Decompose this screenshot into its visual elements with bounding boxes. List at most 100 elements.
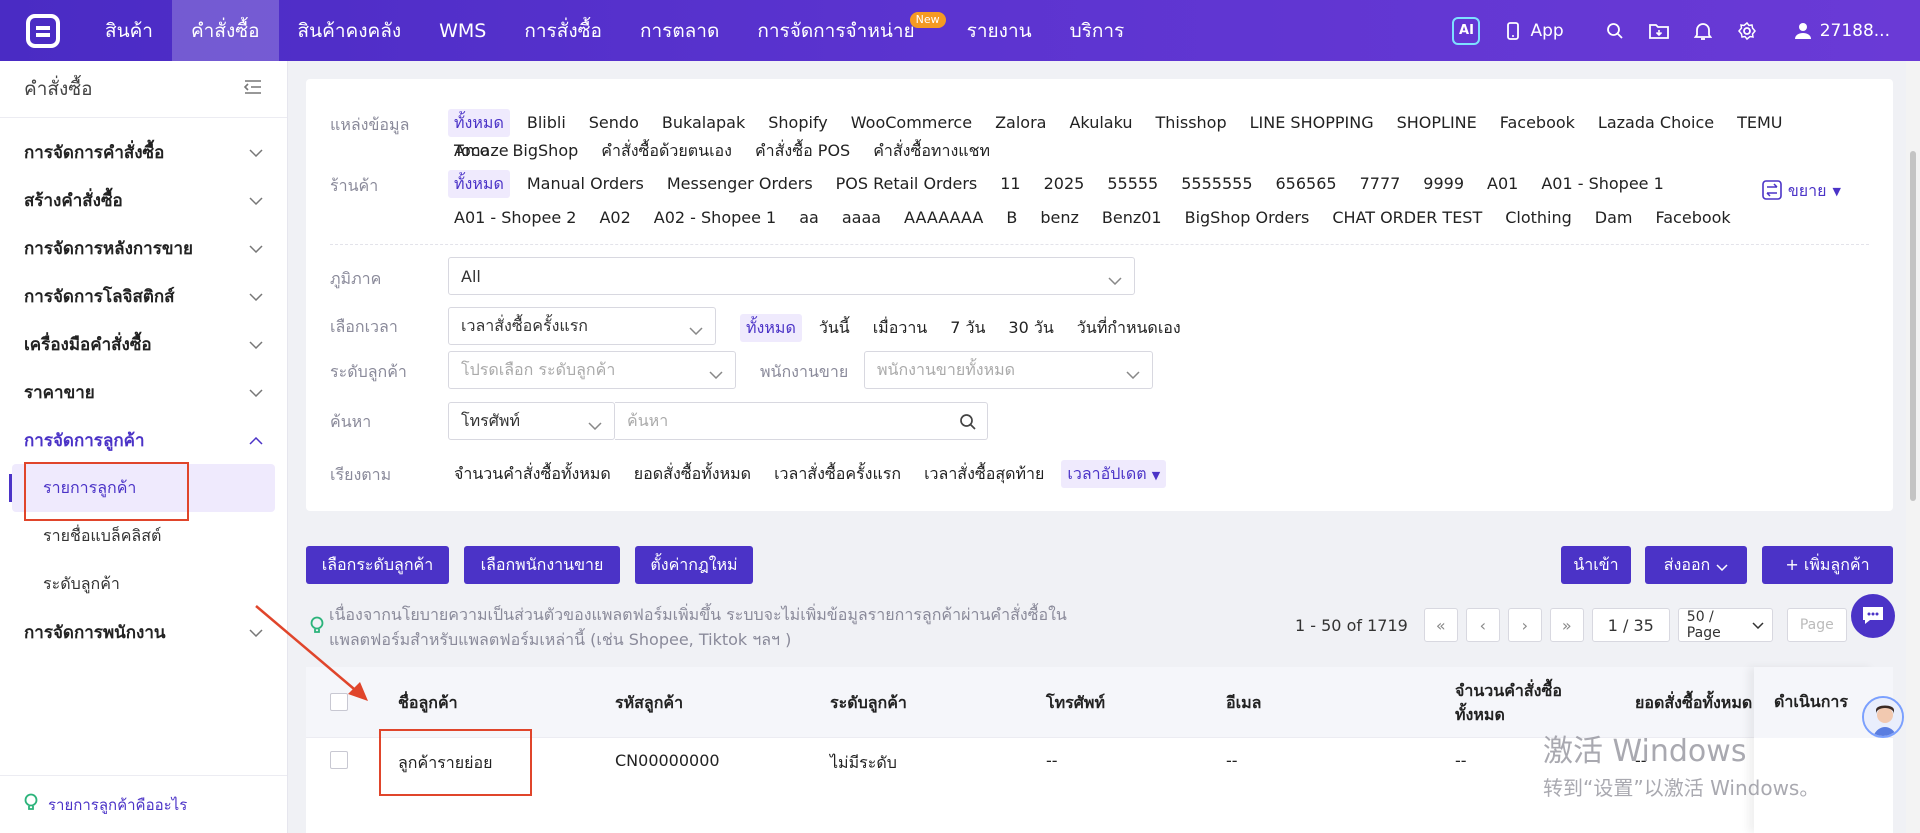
source-chip[interactable]: TEMU [1731, 109, 1788, 137]
time-chip[interactable]: 7 วัน [944, 314, 991, 342]
shop-chip[interactable]: A01 [1481, 170, 1524, 198]
nav-distribution[interactable]: การจัดการจำหน่าย New [738, 0, 946, 61]
source-chip[interactable]: LINE SHOPPING [1244, 109, 1380, 137]
source-chip[interactable]: ทั้งหมด [448, 109, 510, 137]
source-chip[interactable]: Zalora [989, 109, 1052, 137]
search-input[interactable]: ค้นหา [615, 402, 988, 440]
sort-chip[interactable]: ยอดสั่งซื้อทั้งหมด [628, 460, 757, 488]
select-salesperson-button[interactable]: เลือกพนักงานขาย [464, 546, 620, 584]
shop-chip[interactable]: BigShop Orders [1179, 204, 1316, 232]
source-chip[interactable]: Toco [448, 137, 495, 165]
logo-icon[interactable] [0, 0, 86, 61]
source-chip[interactable]: คำสั่งซื้อทางแชท [867, 137, 996, 165]
shop-chip[interactable]: Clothing [1499, 204, 1578, 232]
source-chip[interactable]: Blibli [521, 109, 572, 137]
first-page-icon[interactable]: « [1423, 608, 1458, 642]
time-chip[interactable]: 30 วัน [1002, 314, 1059, 342]
sort-chip-active[interactable]: เวลาอัปเดต ▼ [1061, 460, 1167, 488]
source-chip[interactable]: Bukalapak [656, 109, 751, 137]
search-icon[interactable] [959, 413, 977, 435]
time-type-select[interactable]: เวลาสั่งซื้อครั้งแรก [448, 307, 716, 345]
shop-chip[interactable]: ทั้งหมด [448, 170, 510, 198]
time-chip[interactable]: ทั้งหมด [740, 314, 802, 342]
shop-chip[interactable]: Dam [1589, 204, 1639, 232]
shop-chip[interactable]: 9999 [1417, 170, 1470, 198]
support-avatar[interactable] [1862, 696, 1904, 738]
add-customer-button[interactable]: + เพิ่มลูกค้า [1762, 546, 1893, 584]
export-button[interactable]: ส่งออก [1645, 546, 1747, 584]
sidebar-group-order-tools[interactable]: เครื่องมือคำสั่งซื้อ [0, 320, 287, 368]
source-chip[interactable]: Shopify [762, 109, 834, 137]
sidebar-group-staff-management[interactable]: การจัดการพนักงาน [0, 608, 287, 656]
shop-chip[interactable]: AAAAAAA [898, 204, 989, 232]
source-chip[interactable]: Akulaku [1063, 109, 1138, 137]
nav-inventory[interactable]: สินค้าคงคลัง [279, 0, 421, 61]
source-chip[interactable]: Facebook [1494, 109, 1581, 137]
prev-page-icon[interactable]: ‹ [1465, 608, 1500, 642]
sidebar-group-create-order[interactable]: สร้างคำสั่งซื้อ [0, 176, 287, 224]
nav-products[interactable]: สินค้า [86, 0, 172, 61]
shop-chip[interactable]: aaaa [836, 204, 887, 232]
col-customer-name[interactable]: ชื่อลูกค้า [398, 691, 458, 716]
shop-chip[interactable]: POS Retail Orders [830, 170, 984, 198]
expand-button[interactable]: ขยาย ▼ [1762, 179, 1841, 204]
shop-chip[interactable]: Manual Orders [521, 170, 650, 198]
sort-chip[interactable]: เวลาสั่งซื้อสุดท้าย [918, 460, 1050, 488]
shop-chip[interactable]: Messenger Orders [661, 170, 819, 198]
ai-button[interactable]: AI [1452, 16, 1481, 45]
last-page-icon[interactable]: » [1549, 608, 1584, 642]
user-menu[interactable]: 27188... [1792, 20, 1890, 42]
sort-chip[interactable]: เวลาสั่งซื้อครั้งแรก [768, 460, 907, 488]
salesperson-select[interactable]: พนักงานขายทั้งหมด [864, 351, 1153, 389]
shop-chip[interactable]: Benz01 [1096, 204, 1168, 232]
source-chip[interactable]: SHOPLINE [1391, 109, 1483, 137]
sidebar-group-after-sales[interactable]: การจัดการหลังการขาย [0, 224, 287, 272]
time-chip[interactable]: วันที่กำหนดเอง [1071, 314, 1187, 342]
col-customer-level[interactable]: ระดับลูกค้า [830, 691, 907, 716]
nav-marketing[interactable]: การตลาด [621, 0, 738, 61]
shop-chip[interactable]: A01 - Shopee 2 [448, 204, 582, 232]
search-type-select[interactable]: โทรศัพท์ [448, 402, 615, 440]
shop-chip[interactable]: benz [1034, 204, 1085, 232]
shop-chip[interactable]: 5555555 [1175, 170, 1258, 198]
shop-chip[interactable]: 656565 [1270, 170, 1343, 198]
shop-chip[interactable]: CHAT ORDER TEST [1326, 204, 1488, 232]
scrollbar-thumb[interactable] [1910, 151, 1916, 501]
shop-chip[interactable]: B [1000, 204, 1023, 232]
page-size-select[interactable]: 50 / Page [1677, 608, 1773, 642]
chat-bubble-icon[interactable] [1851, 594, 1895, 638]
nav-wms[interactable]: WMS [420, 0, 505, 61]
help-link[interactable]: รายการลูกค้าคืออะไร [0, 775, 287, 833]
sidebar-group-order-management[interactable]: การจัดการคำสั่งซื้อ [0, 128, 287, 176]
col-phone[interactable]: โทรศัพท์ [1046, 691, 1105, 716]
search-icon[interactable] [1604, 20, 1626, 42]
source-chip[interactable]: BigShop [506, 137, 584, 165]
folder-download-icon[interactable] [1648, 20, 1670, 42]
source-chip[interactable]: คำสั่งซื้อ POS [749, 137, 856, 165]
shop-chip[interactable]: Facebook [1650, 204, 1737, 232]
sort-chip[interactable]: จำนวนคำสั่งซื้อทั้งหมด [448, 460, 617, 488]
row-checkbox[interactable] [330, 751, 348, 769]
col-total-orders[interactable]: จำนวนคำสั่งซื้อทั้งหมด [1455, 679, 1575, 727]
nav-orders[interactable]: คำสั่งซื้อ [171, 0, 279, 61]
shop-chip[interactable]: A01 - Shopee 1 [1535, 170, 1669, 198]
set-rules-button[interactable]: ตั้งค่ากฎใหม่ [635, 546, 753, 584]
import-button[interactable]: นำเข้า [1561, 546, 1631, 584]
nav-purchasing[interactable]: การสั่งซื้อ [505, 0, 621, 61]
next-page-icon[interactable]: › [1507, 608, 1542, 642]
nav-reports[interactable]: รายงาน [948, 0, 1051, 61]
bell-icon[interactable] [1692, 20, 1714, 42]
source-chip[interactable]: คำสั่งซื้อด้วยตนเอง [595, 137, 738, 165]
source-chip[interactable]: WooCommerce [845, 109, 978, 137]
nav-services[interactable]: บริการ [1051, 0, 1144, 61]
source-chip[interactable]: Lazada Choice [1592, 109, 1720, 137]
col-customer-code[interactable]: รหัสลูกค้า [615, 691, 683, 716]
goto-page-input[interactable]: Page [1786, 608, 1847, 642]
time-chip[interactable]: เมื่อวาน [867, 314, 934, 342]
customer-level-select[interactable]: โปรดเลือก ระดับลูกค้า [448, 351, 736, 389]
gear-icon[interactable] [1736, 20, 1758, 42]
shop-chip[interactable]: 2025 [1038, 170, 1091, 198]
source-chip[interactable]: Thisshop [1150, 109, 1233, 137]
shop-chip[interactable]: aa [793, 204, 825, 232]
col-total-amount[interactable]: ยอดสั่งซื้อทั้งหมด [1635, 691, 1752, 716]
